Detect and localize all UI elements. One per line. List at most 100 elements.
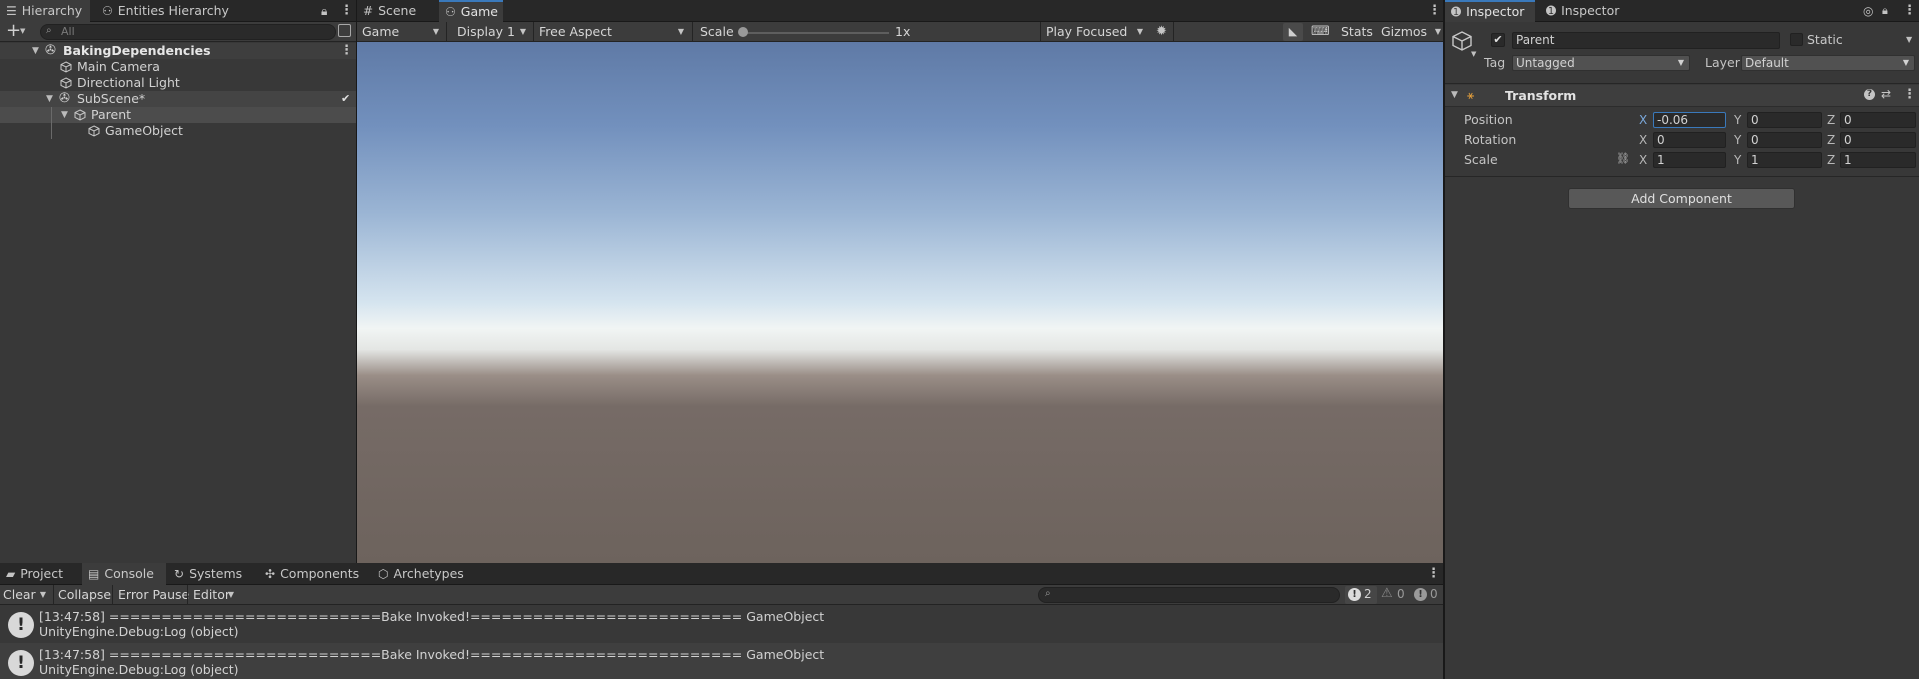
unity-scene-icon: ✇ [45,43,56,58]
checkmark-icon[interactable]: ✔ [341,91,350,107]
divider [1445,83,1919,84]
bug-icon[interactable]: ✹ [1156,24,1167,39]
layer-label: Layer [1705,55,1740,70]
component-options-icon[interactable]: ⋮ [1903,87,1916,102]
add-component-button[interactable]: Add Component [1568,188,1795,209]
error-count-toggle[interactable]: ! 0 [1411,586,1443,604]
filter-icon[interactable] [338,24,351,37]
gameobject-icon [88,125,100,137]
scale-slider-track[interactable] [744,32,889,34]
warning-count-toggle[interactable]: ⚠ 0 [1378,586,1410,604]
position-y-field[interactable]: 0 [1747,112,1822,128]
expand-arrow-icon[interactable]: ▼ [46,91,53,107]
tab-project[interactable]: ▰ Project [0,563,80,585]
tab-game[interactable]: ⚇ Game [439,0,503,22]
object-name-field[interactable]: Parent [1512,32,1780,49]
tab-inspector-2[interactable]: ➊ Inspector [1540,0,1627,22]
static-dropdown-icon[interactable]: ▼ [1906,35,1912,44]
position-x-label[interactable]: X [1639,112,1647,128]
scale-z-field[interactable]: 1 [1840,152,1916,168]
layer-dropdown[interactable]: Default ▼ [1741,55,1915,71]
tab-scene[interactable]: # Scene [357,0,437,22]
scale-z-label[interactable]: Z [1827,152,1835,168]
tag-dropdown[interactable]: Untagged ▼ [1512,55,1690,71]
hierarchy-row-parent[interactable]: ▼ Parent [0,107,356,123]
chevron-down-icon[interactable]: ▼ [1471,50,1476,58]
mute-audio-icon[interactable]: ◣ [1283,23,1303,41]
info-icon: ! [8,650,34,676]
help-icon[interactable]: ? [1864,89,1875,100]
chevron-down-icon[interactable]: ▼ [20,27,25,35]
expand-arrow-icon[interactable]: ▼ [1451,90,1458,100]
hierarchy-row-scene[interactable]: ▼ ✇ BakingDependencies ⋮ [0,43,356,59]
more-options-icon[interactable]: ⋮ [1427,566,1440,581]
list-icon: ☰ [6,4,17,18]
hierarchy-row-subscene[interactable]: ▼ ✇ SubScene* ✔ [0,91,356,107]
position-z-field[interactable]: 0 [1840,112,1916,128]
scale-x-label[interactable]: X [1639,152,1647,168]
systems-icon: ↻ [174,567,185,581]
rotation-x-label[interactable]: X [1639,132,1647,148]
scene-name: BakingDependencies [63,43,211,58]
scale-y-label[interactable]: Y [1734,152,1741,168]
scale-slider-handle[interactable] [738,27,748,37]
rotation-z-field[interactable]: 0 [1840,132,1916,148]
more-options-icon[interactable]: ⋮ [1428,3,1441,18]
tab-components[interactable]: ✣ Components [259,563,367,585]
add-icon[interactable]: + [6,20,21,41]
position-z-label[interactable]: Z [1827,112,1835,128]
rotation-y-field[interactable]: 0 [1747,132,1822,148]
lock-icon[interactable]: ◎ [1863,4,1873,18]
log-count-toggle[interactable]: ! 2 [1345,586,1377,604]
tab-hierarchy[interactable]: ☰ Hierarchy [0,0,90,22]
presets-icon[interactable]: ⇄ [1881,87,1891,101]
log-entry[interactable]: ! [13:47:58] ==========================B… [0,605,1444,643]
more-options-icon[interactable]: ⋮ [1903,3,1916,18]
rotation-y-label[interactable]: Y [1734,132,1741,148]
rotation-z-label[interactable]: Z [1827,132,1835,148]
chevron-down-icon: ▼ [432,27,439,36]
console-icon: ▤ [88,567,100,581]
scale-x-field[interactable]: 1 [1653,152,1726,168]
tab-archetypes[interactable]: ⬡ Archetypes [372,563,472,585]
expand-arrow-icon[interactable]: ▼ [61,107,68,123]
scale-y-field[interactable]: 1 [1747,152,1822,168]
display-dropdown[interactable]: Display 1 ▼ [452,23,532,41]
search-input[interactable]: ⌕ All [40,24,336,40]
aspect-dropdown[interactable]: Free Aspect ▼ [534,23,690,41]
hierarchy-row-gameobject[interactable]: GameObject [0,123,356,139]
active-checkbox[interactable]: ✔ [1491,33,1505,47]
static-checkbox[interactable] [1790,33,1803,46]
lock-icon[interactable]: 🔒︎ [321,5,327,17]
tab-inspector-1[interactable]: ➊ Inspector [1445,0,1535,22]
hierarchy-row-directional-light[interactable]: Directional Light [0,75,356,91]
expand-arrow-icon[interactable]: ▼ [32,43,39,59]
keyboard-icon[interactable]: ⌨ [1311,24,1330,39]
collapse-button[interactable]: Collapse [58,587,111,602]
scene-options-icon[interactable]: ⋮ [340,43,353,59]
search-placeholder: All [61,25,75,38]
clear-dropdown[interactable]: Clear ▼ [0,586,52,604]
position-y-label[interactable]: Y [1734,112,1741,128]
tab-entities-hierarchy[interactable]: ⚇ Entities Hierarchy [96,0,237,22]
info-icon: ! [8,612,34,638]
position-x-field[interactable]: -0.06 [1653,112,1726,128]
log-entry[interactable]: ! [13:47:58] ==========================B… [0,643,1444,679]
gizmos-dropdown[interactable]: Gizmos ▼ [1376,23,1443,41]
error-pause-button[interactable]: Error Pause [118,587,189,602]
view-mode-dropdown[interactable]: Game ▼ [357,23,445,41]
play-mode-dropdown[interactable]: Play Focused ▼ [1041,23,1149,41]
tab-systems[interactable]: ↻ Systems [168,563,250,585]
game-viewport[interactable] [357,42,1443,563]
transform-header[interactable]: ▼ ⚹ Transform ? ⇄ ⋮ [1445,85,1919,107]
console-search-input[interactable]: ⌕ [1038,587,1340,603]
rotation-x-field[interactable]: 0 [1653,132,1726,148]
lock-icon[interactable]: 🔒︎ [1882,4,1888,18]
gameobject-icon[interactable] [1451,30,1473,52]
editor-dropdown[interactable]: Editor ▼ [188,586,236,604]
stats-button[interactable]: Stats [1341,24,1373,39]
hierarchy-row-main-camera[interactable]: Main Camera [0,59,356,75]
more-options-icon[interactable]: ⋮ [340,3,353,18]
tab-console[interactable]: ▤ Console [82,563,166,585]
link-icon[interactable]: ⛓ [1616,152,1630,165]
